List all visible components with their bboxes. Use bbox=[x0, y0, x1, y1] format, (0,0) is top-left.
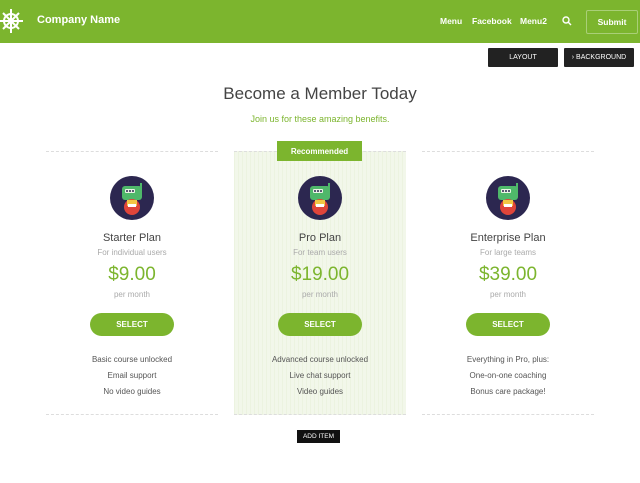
robot-avatar-icon bbox=[298, 176, 342, 220]
search-icon[interactable] bbox=[562, 16, 572, 26]
submit-button[interactable]: Submit bbox=[586, 10, 638, 34]
feature-item: One-on-one coaching bbox=[469, 371, 547, 380]
feature-item: Email support bbox=[107, 371, 157, 380]
select-enterprise-button[interactable]: SELECT bbox=[466, 313, 550, 336]
robot-avatar-icon bbox=[110, 176, 154, 220]
feature-item: Bonus care package! bbox=[470, 387, 546, 396]
plan-card-pro: Pro Plan For team users $19.00 per month… bbox=[234, 151, 406, 415]
plan-card-starter: Starter Plan For individual users $9.00 … bbox=[46, 151, 218, 415]
select-pro-button[interactable]: SELECT bbox=[278, 313, 362, 336]
feature-item: Video guides bbox=[296, 387, 344, 396]
plan-period: per month bbox=[489, 290, 527, 299]
plan-audience: For team users bbox=[293, 248, 347, 257]
plan-period: per month bbox=[113, 290, 151, 299]
section-subtitle: Join us for these amazing benefits. bbox=[250, 114, 390, 124]
feature-item: Basic course unlocked bbox=[91, 355, 173, 364]
feature-item: No video guides bbox=[103, 387, 161, 396]
plan-name: Pro Plan bbox=[298, 232, 342, 244]
plan-audience: For individual users bbox=[97, 248, 167, 257]
plan-price: $19.00 bbox=[290, 264, 350, 285]
plan-features: Advanced course unlocked Live chat suppo… bbox=[234, 352, 406, 400]
plan-audience: For large teams bbox=[479, 248, 537, 257]
plan-card-enterprise: Enterprise Plan For large teams $39.00 p… bbox=[422, 151, 594, 415]
layout-button[interactable]: LAYOUT bbox=[488, 48, 558, 67]
plan-name: Enterprise Plan bbox=[470, 232, 546, 244]
feature-item: Advanced course unlocked bbox=[271, 355, 369, 364]
add-item-button[interactable]: ADD ITEM bbox=[297, 430, 340, 443]
feature-item: Everything in Pro, plus: bbox=[466, 355, 550, 364]
feature-item: Live chat support bbox=[289, 371, 351, 380]
plan-price: $39.00 bbox=[478, 264, 538, 285]
nav-facebook-link[interactable]: Facebook bbox=[472, 16, 512, 26]
top-navigation-bar: Company Name Menu Facebook Menu2 Submit bbox=[0, 0, 640, 43]
plan-features: Everything in Pro, plus: One-on-one coac… bbox=[422, 352, 594, 400]
select-starter-button[interactable]: SELECT bbox=[90, 313, 174, 336]
ship-wheel-logo-icon[interactable] bbox=[0, 4, 30, 39]
brand-name[interactable]: Company Name bbox=[37, 14, 120, 26]
plan-features: Basic course unlocked Email support No v… bbox=[46, 352, 218, 400]
nav-menu-link[interactable]: Menu bbox=[440, 16, 462, 26]
section-title: Become a Member Today bbox=[223, 84, 417, 103]
robot-avatar-icon bbox=[486, 176, 530, 220]
recommended-badge: Recommended bbox=[277, 141, 362, 161]
plan-period: per month bbox=[301, 290, 339, 299]
plan-name: Starter Plan bbox=[102, 232, 162, 244]
nav-menu2-link[interactable]: Menu2 bbox=[520, 16, 547, 26]
plan-price: $9.00 bbox=[108, 264, 156, 285]
background-button[interactable]: › BACKGROUND bbox=[564, 48, 634, 67]
